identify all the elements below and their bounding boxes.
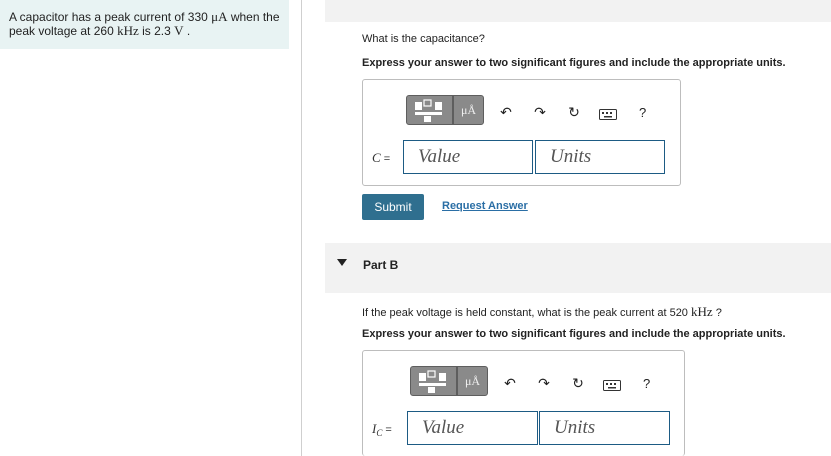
current-label: IC =: [372, 421, 392, 439]
part-a-question: What is the capacitance?: [362, 33, 485, 45]
part-a-instruction: Express your answer to two significant f…: [362, 57, 786, 69]
help-icon[interactable]: ?: [639, 105, 646, 120]
column-divider: [301, 0, 302, 456]
value-input-b[interactable]: Value: [407, 411, 538, 445]
value-input[interactable]: Value: [403, 140, 533, 174]
problem-text-1: A capacitor has a peak current of 330: [9, 10, 212, 24]
submit-button[interactable]: Submit: [362, 194, 424, 220]
part-b-toolbar: μÅ: [410, 366, 488, 396]
part-b-header[interactable]: [325, 243, 831, 293]
frequency-unit-b: kHz: [690, 304, 713, 319]
problem-text-4: .: [183, 24, 191, 38]
undo-icon[interactable]: ↶: [502, 375, 518, 391]
units-input[interactable]: Units: [535, 140, 665, 174]
redo-icon[interactable]: ↷: [536, 375, 552, 391]
reset-icon[interactable]: ↻: [570, 375, 586, 391]
part-b-question: If the peak voltage is held constant, wh…: [362, 304, 722, 319]
request-answer-link[interactable]: Request Answer: [442, 200, 528, 212]
voltage-unit: V: [174, 23, 184, 38]
part-b-title: Part B: [363, 258, 399, 272]
part-b-answer-box: μÅ ↶ ↷ ↻ ? IC = Value Units: [362, 350, 685, 456]
part-a-toolbar: μÅ: [406, 95, 484, 125]
part-b-instruction: Express your answer to two significant f…: [362, 328, 786, 340]
problem-text-3: is 2.3: [138, 24, 175, 38]
help-icon[interactable]: ?: [643, 376, 650, 391]
collapse-caret-icon[interactable]: [337, 259, 347, 266]
redo-icon[interactable]: ↷: [532, 104, 548, 120]
keyboard-icon[interactable]: [603, 380, 621, 391]
undo-icon[interactable]: ↶: [498, 104, 514, 120]
templates-icon: [419, 370, 446, 393]
current-unit: μA: [211, 9, 228, 24]
part-a-header-bar: [325, 0, 831, 22]
variable-c: C: [372, 150, 381, 165]
problem-statement: A capacitor has a peak current of 330 μA…: [0, 0, 289, 49]
variable-subscript: C: [376, 428, 383, 439]
templates-icon: [415, 99, 442, 122]
units-button-b[interactable]: μÅ: [457, 366, 488, 396]
units-input-b[interactable]: Units: [539, 411, 670, 445]
units-button-label: μÅ: [464, 373, 481, 388]
templates-button[interactable]: [406, 95, 453, 125]
templates-button-b[interactable]: [410, 366, 457, 396]
capacitance-label: C =: [372, 150, 391, 165]
part-a-answer-box: μÅ ↶ ↷ ↻ ? C = Value Units: [362, 79, 681, 186]
units-button[interactable]: μÅ: [453, 95, 484, 125]
frequency-unit: kHz: [117, 23, 139, 38]
keyboard-icon[interactable]: [599, 109, 617, 120]
units-button-label: μÅ: [460, 102, 477, 117]
reset-icon[interactable]: ↻: [566, 104, 582, 120]
